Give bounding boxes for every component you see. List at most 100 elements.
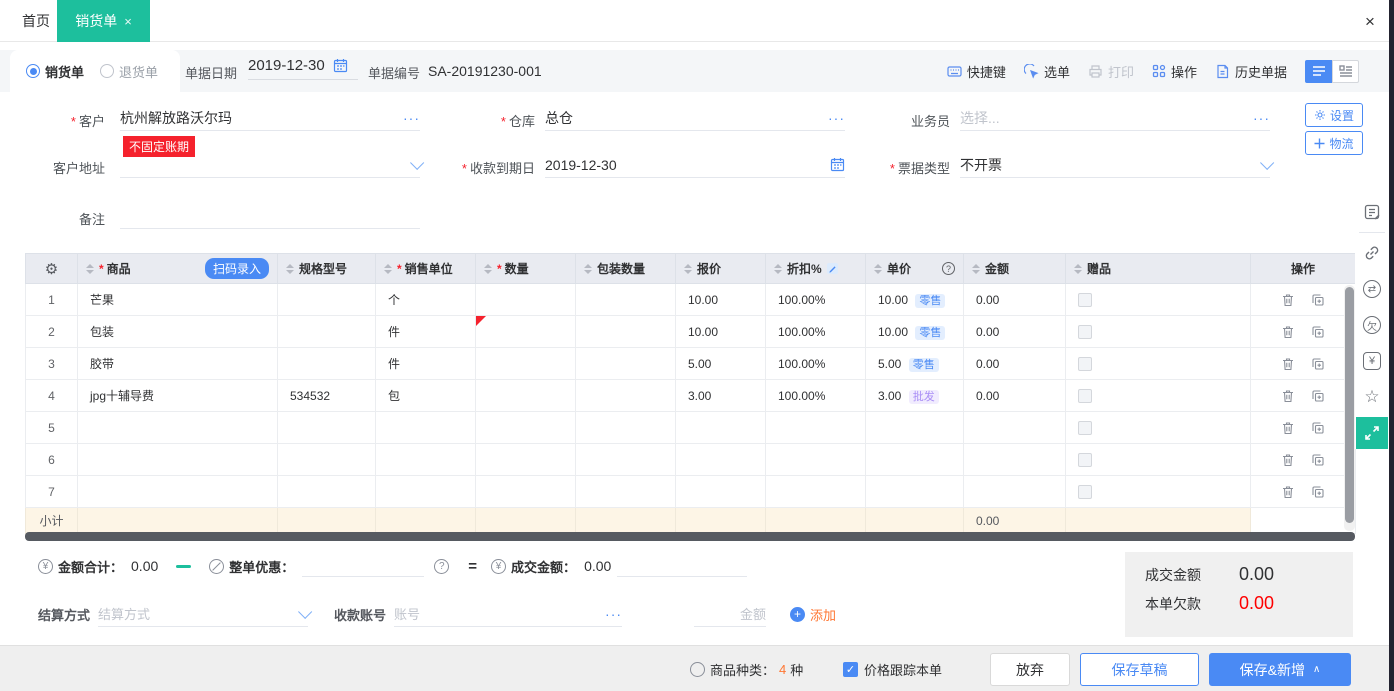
- column-header-price[interactable]: 单价?: [866, 254, 964, 284]
- sort-icon[interactable]: [286, 264, 294, 274]
- cell-price[interactable]: [866, 476, 964, 508]
- settle-chevron-down-icon[interactable]: [298, 604, 312, 618]
- window-close-icon[interactable]: ×: [1360, 12, 1380, 32]
- cell-amount[interactable]: 0.00: [964, 284, 1066, 316]
- salesman-more-icon[interactable]: ···: [1253, 110, 1270, 126]
- tab-home[interactable]: 首页: [10, 0, 62, 42]
- cell-price[interactable]: 10.00 零售: [866, 284, 964, 316]
- due-calendar-icon[interactable]: [830, 157, 845, 172]
- sort-icon[interactable]: [874, 264, 882, 274]
- cell-unit[interactable]: 件: [376, 348, 476, 380]
- address-chevron-down-icon[interactable]: [410, 155, 424, 169]
- cell-pkg-qty[interactable]: [576, 476, 676, 508]
- column-header-gift[interactable]: 赠品: [1066, 254, 1251, 284]
- cell-price[interactable]: [866, 412, 964, 444]
- delete-row-icon[interactable]: [1281, 293, 1295, 307]
- warehouse-field[interactable]: 总仓 ···: [545, 105, 845, 131]
- gift-checkbox[interactable]: [1078, 293, 1092, 307]
- cell-discount[interactable]: 100.00%: [766, 380, 866, 412]
- tab-sales-order[interactable]: 销货单 ×: [57, 0, 150, 42]
- column-header-spec[interactable]: 规格型号: [278, 254, 376, 284]
- cell-gift[interactable]: [1066, 348, 1251, 380]
- price-type-tag[interactable]: 零售: [915, 326, 945, 340]
- settings-button[interactable]: 设置: [1305, 103, 1363, 127]
- cell-quote[interactable]: [676, 476, 766, 508]
- sort-icon[interactable]: [584, 264, 592, 274]
- cell-qty[interactable]: [476, 284, 576, 316]
- cell-pkg-qty[interactable]: [576, 284, 676, 316]
- cell-pkg-qty[interactable]: [576, 412, 676, 444]
- cell-qty[interactable]: [476, 380, 576, 412]
- cell-amount[interactable]: [964, 444, 1066, 476]
- account-more-icon[interactable]: ···: [605, 606, 622, 622]
- logistics-button[interactable]: 物流: [1305, 131, 1363, 155]
- cell-quote[interactable]: 5.00: [676, 348, 766, 380]
- copy-row-icon[interactable]: [1311, 389, 1325, 403]
- cell-amount[interactable]: 0.00: [964, 316, 1066, 348]
- cell-gift[interactable]: [1066, 444, 1251, 476]
- cell-discount[interactable]: [766, 444, 866, 476]
- note-icon[interactable]: [1356, 194, 1388, 230]
- calendar-icon[interactable]: [333, 58, 348, 73]
- delete-row-icon[interactable]: [1281, 485, 1295, 499]
- cell-product[interactable]: 胶带: [78, 348, 278, 380]
- radio-return-order[interactable]: 退货单: [100, 62, 158, 81]
- print-button[interactable]: 打印: [1088, 62, 1134, 81]
- delete-row-icon[interactable]: [1281, 325, 1295, 339]
- cell-product[interactable]: jpg十辅导费: [78, 380, 278, 412]
- address-field[interactable]: [120, 152, 420, 178]
- cell-unit[interactable]: 个: [376, 284, 476, 316]
- cell-quote[interactable]: [676, 412, 766, 444]
- link-icon[interactable]: [1356, 235, 1388, 271]
- cell-price[interactable]: 3.00 批发: [866, 380, 964, 412]
- column-header-unit[interactable]: *销售单位: [376, 254, 476, 284]
- cell-unit[interactable]: [376, 476, 476, 508]
- cell-quote[interactable]: 3.00: [676, 380, 766, 412]
- cell-unit[interactable]: [376, 444, 476, 476]
- cell-discount[interactable]: 100.00%: [766, 284, 866, 316]
- gift-checkbox[interactable]: [1078, 357, 1092, 371]
- cell-price[interactable]: 10.00 零售: [866, 316, 964, 348]
- cell-amount[interactable]: 0.00: [964, 380, 1066, 412]
- sort-icon[interactable]: [1074, 264, 1082, 274]
- gift-checkbox[interactable]: [1078, 421, 1092, 435]
- cell-discount[interactable]: [766, 476, 866, 508]
- discount-edit-icon[interactable]: [826, 262, 839, 275]
- copy-row-icon[interactable]: [1311, 325, 1325, 339]
- copy-row-icon[interactable]: [1311, 421, 1325, 435]
- cell-discount[interactable]: 100.00%: [766, 348, 866, 380]
- cell-pkg-qty[interactable]: [576, 444, 676, 476]
- cell-qty[interactable]: [476, 476, 576, 508]
- cell-unit[interactable]: 件: [376, 316, 476, 348]
- cell-pkg-qty[interactable]: [576, 380, 676, 412]
- tab-close-icon[interactable]: ×: [124, 14, 132, 29]
- cell-spec[interactable]: [278, 412, 376, 444]
- cell-price[interactable]: 5.00 零售: [866, 348, 964, 380]
- column-header-qty[interactable]: *数量: [476, 254, 576, 284]
- remark-field[interactable]: [120, 203, 420, 229]
- copy-row-icon[interactable]: [1311, 453, 1325, 467]
- expand-icon[interactable]: [1356, 417, 1388, 449]
- cell-gift[interactable]: [1066, 412, 1251, 444]
- money-icon[interactable]: ¥: [1356, 343, 1388, 379]
- invoice-type-field[interactable]: 不开票: [960, 152, 1270, 178]
- column-header-pkg_qty[interactable]: 包装数量: [576, 254, 676, 284]
- cell-spec[interactable]: [278, 348, 376, 380]
- salesman-field[interactable]: 选择... ···: [960, 105, 1270, 131]
- copy-row-icon[interactable]: [1311, 293, 1325, 307]
- cell-product[interactable]: 包装: [78, 316, 278, 348]
- invoice-chevron-down-icon[interactable]: [1260, 155, 1274, 169]
- sort-icon[interactable]: [774, 264, 782, 274]
- star-icon[interactable]: ☆: [1356, 379, 1388, 415]
- sort-icon[interactable]: [484, 264, 492, 274]
- price-type-tag[interactable]: 零售: [915, 294, 945, 308]
- gift-checkbox[interactable]: [1078, 389, 1092, 403]
- gift-checkbox[interactable]: [1078, 453, 1092, 467]
- customer-more-icon[interactable]: ···: [403, 110, 420, 126]
- cell-gift[interactable]: [1066, 476, 1251, 508]
- save-draft-button[interactable]: 保存草稿: [1080, 653, 1199, 686]
- delete-row-icon[interactable]: [1281, 421, 1295, 435]
- cell-qty[interactable]: [476, 348, 576, 380]
- column-settings-gear-icon[interactable]: ⚙: [45, 261, 58, 278]
- delete-row-icon[interactable]: [1281, 453, 1295, 467]
